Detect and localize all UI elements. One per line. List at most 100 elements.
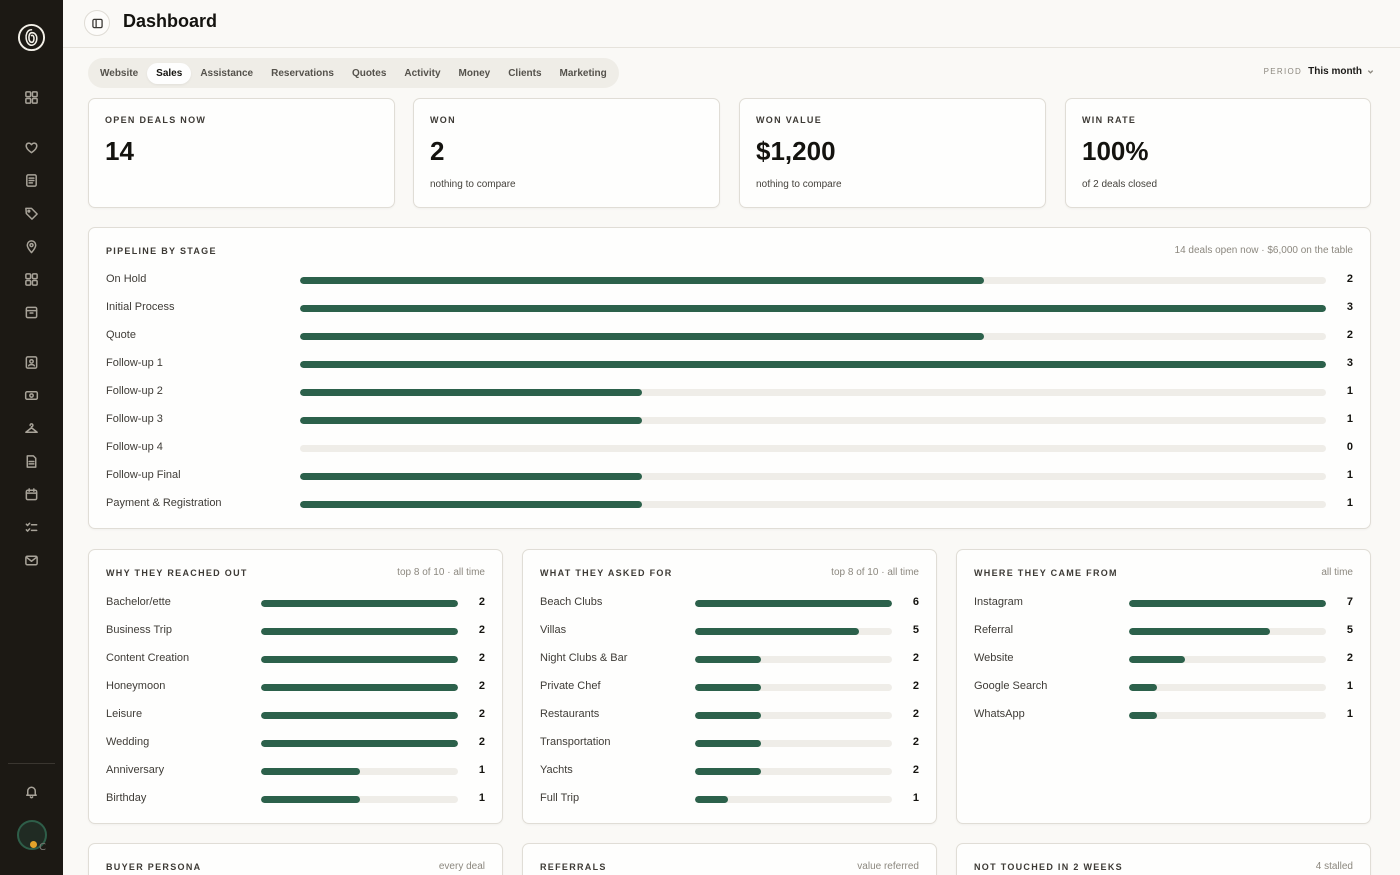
avatar-letter: C — [39, 842, 46, 853]
bar-row: Villas 5 — [540, 623, 919, 641]
logo-icon[interactable] — [17, 23, 46, 52]
tab-clients[interactable]: Clients — [499, 63, 550, 84]
contacts-icon[interactable] — [22, 353, 41, 372]
bar-value: 2 — [912, 708, 919, 720]
bar-row: Follow-up 2 1 — [106, 384, 1353, 402]
bar-label: On Hold — [106, 273, 147, 285]
bar-fill — [695, 796, 728, 803]
bar-row: Follow-up Final 1 — [106, 468, 1353, 486]
pipeline-title: PIPELINE BY STAGE — [106, 246, 217, 256]
document-icon[interactable] — [22, 171, 41, 190]
bar-row: Business Trip 2 — [106, 623, 485, 641]
tag-icon[interactable] — [22, 204, 41, 223]
bar-label: Birthday — [106, 792, 147, 804]
stat-card-open-deals: OPEN DEALS NOW 14 — [88, 98, 395, 208]
bar-track — [261, 740, 458, 747]
bar-track — [695, 684, 892, 691]
bar-value: 3 — [1346, 301, 1353, 313]
stat-card-won-value: WON VALUE $1,200 nothing to compare — [739, 98, 1046, 208]
bar-fill — [300, 417, 642, 424]
bar-track — [1129, 628, 1326, 635]
tab-website[interactable]: Website — [91, 63, 147, 84]
bar-fill — [261, 712, 458, 719]
bar-fill — [1129, 600, 1326, 607]
panel-title: WHERE THEY CAME FROM — [974, 568, 1118, 578]
bar-track — [300, 361, 1326, 368]
bar-value: 3 — [1346, 357, 1353, 369]
calendar-icon[interactable] — [22, 485, 41, 504]
bar-value: 2 — [478, 624, 485, 636]
bar-value: 1 — [1346, 413, 1353, 425]
tab-reservations[interactable]: Reservations — [262, 63, 343, 84]
bar-label: Follow-up 2 — [106, 385, 163, 397]
bar-row: Follow-up 1 3 — [106, 356, 1353, 374]
bar-value: 6 — [912, 596, 919, 608]
section-tabs: Website Sales Assistance Reservations Qu… — [88, 58, 619, 88]
sidebar-toggle-button[interactable] — [84, 10, 110, 36]
bar-track — [261, 656, 458, 663]
tab-marketing[interactable]: Marketing — [551, 63, 616, 84]
bar-row: Wedding 2 — [106, 735, 485, 753]
bar-fill — [300, 305, 1326, 312]
tab-assistance[interactable]: Assistance — [191, 63, 262, 84]
tab-sales[interactable]: Sales — [147, 62, 192, 84]
panel-title: REFERRALS — [540, 862, 607, 872]
bar-track — [695, 768, 892, 775]
bar-row: Follow-up 3 1 — [106, 412, 1353, 430]
panel-title: NOT TOUCHED IN 2 WEEKS — [974, 862, 1123, 872]
bell-icon[interactable] — [22, 782, 41, 801]
panel-title: WHY THEY REACHED OUT — [106, 568, 248, 578]
bar-track — [695, 740, 892, 747]
panel-what-asked-for: WHAT THEY ASKED FOR top 8 of 10 · all ti… — [522, 549, 937, 824]
archive-icon[interactable] — [22, 303, 41, 322]
panel-referrals: REFERRALS value referred — [522, 843, 937, 875]
bar-track — [1129, 656, 1326, 663]
file-icon[interactable] — [22, 452, 41, 471]
grid-icon[interactable] — [22, 270, 41, 289]
bar-row: Payment & Registration 1 — [106, 496, 1353, 514]
bar-value: 1 — [478, 792, 485, 804]
bar-track — [300, 333, 1326, 340]
bar-value: 2 — [478, 680, 485, 692]
bar-fill — [695, 712, 761, 719]
bar-row: Bachelor/ette 2 — [106, 595, 485, 613]
period-select[interactable]: PERIOD This month — [1264, 66, 1374, 77]
panel-why-reached-out: WHY THEY REACHED OUT top 8 of 10 · all t… — [88, 549, 503, 824]
bar-row: Restaurants 2 — [540, 707, 919, 725]
period-value: This month — [1308, 66, 1362, 77]
bar-fill — [1129, 684, 1158, 691]
hanger-icon[interactable] — [22, 419, 41, 438]
bar-label: Yachts — [540, 764, 573, 776]
pipeline-note: 14 deals open now · $6,000 on the table — [1174, 245, 1353, 256]
bar-label: Full Trip — [540, 792, 580, 804]
bar-label: Business Trip — [106, 624, 173, 636]
sidebar-divider — [8, 763, 55, 764]
bar-fill — [261, 684, 458, 691]
bar-value: 1 — [1346, 385, 1353, 397]
bar-row: Anniversary 1 — [106, 763, 485, 781]
tab-quotes[interactable]: Quotes — [343, 63, 395, 84]
checklist-icon[interactable] — [22, 518, 41, 537]
bar-fill — [695, 628, 860, 635]
bar-label: Content Creation — [106, 652, 190, 664]
heart-icon[interactable] — [22, 138, 41, 157]
bar-label: Follow-up 4 — [106, 441, 163, 453]
tab-money[interactable]: Money — [450, 63, 500, 84]
mail-icon[interactable] — [22, 551, 41, 570]
bar-label: Follow-up 3 — [106, 413, 163, 425]
bar-label: Restaurants — [540, 708, 600, 720]
dashboard-icon[interactable] — [22, 88, 41, 107]
bar-row: Website 2 — [974, 651, 1353, 669]
panel-note: value referred — [857, 861, 919, 872]
bar-label: Wedding — [106, 736, 150, 748]
bar-label: Google Search — [974, 680, 1048, 692]
location-icon[interactable] — [22, 237, 41, 256]
bar-track — [300, 277, 1326, 284]
bar-value: 2 — [1346, 273, 1353, 285]
bar-fill — [300, 473, 642, 480]
bar-row: Leisure 2 — [106, 707, 485, 725]
bar-track — [300, 501, 1326, 508]
money-icon[interactable] — [22, 386, 41, 405]
tab-activity[interactable]: Activity — [395, 63, 449, 84]
bar-row: Quote 2 — [106, 328, 1353, 346]
